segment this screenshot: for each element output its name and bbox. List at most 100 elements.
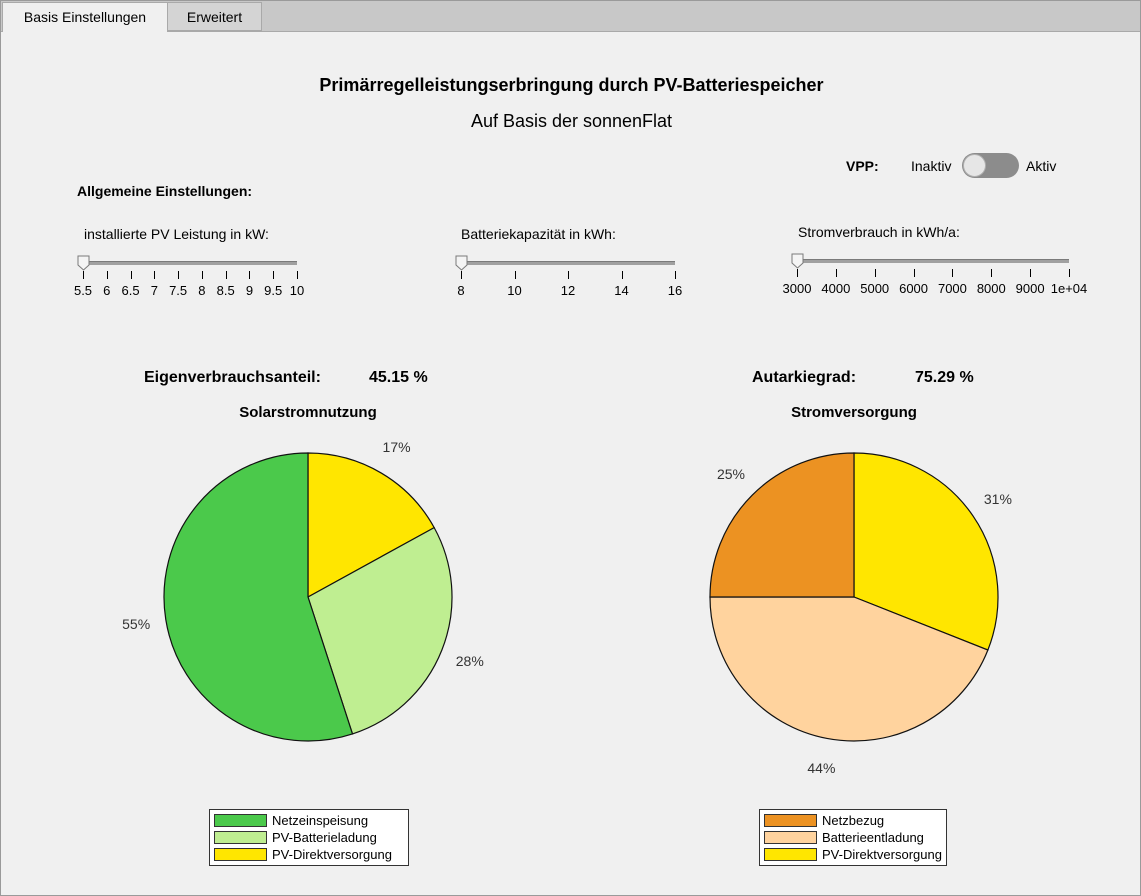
slider-tick (797, 269, 798, 277)
pv-power-label: installierte PV Leistung in kW: (84, 226, 269, 242)
vpp-label: VPP: (846, 158, 879, 174)
slider-tick (130, 271, 132, 279)
legend-item: PV-Direktversorgung (764, 846, 942, 863)
app-window: Basis Einstellungen Erweitert Primärrege… (0, 0, 1141, 896)
slider-thumb[interactable] (77, 255, 90, 271)
general-settings-label: Allgemeine Einstellungen: (77, 183, 253, 199)
slider-tick (178, 271, 180, 279)
pie-slice-label: 17% (383, 439, 411, 455)
legend-supply: Netzbezug Batterieentladung PV-Direktverso… (759, 809, 947, 866)
legend-label: Netzeinspeisung (272, 813, 369, 828)
battery-capacity-label: Batteriekapazität in kWh: (461, 226, 616, 242)
legend-label: PV-Direktversorgung (822, 847, 942, 862)
slider-tick (913, 269, 915, 277)
slider-tick (675, 271, 676, 279)
legend-item: PV-Direktversorgung (214, 846, 404, 863)
slider-tick-label: 9 (245, 283, 254, 298)
legend-label: PV-Batterieladung (272, 830, 377, 845)
slider-tick (1069, 269, 1070, 277)
slider-tick-label: 6 (103, 283, 111, 298)
slider-tick (874, 269, 876, 277)
slider-tick-label: 7000 (937, 281, 967, 296)
tab-basis-einstellungen[interactable]: Basis Einstellungen (2, 2, 168, 32)
self-consumption-value: 45.15 % (369, 369, 428, 386)
slider-tick-label: 12 (560, 283, 576, 298)
slider-tick (154, 271, 156, 279)
slider-track[interactable] (797, 259, 1069, 263)
legend-solar: Netzeinspeisung PV-Batterieladung PV-Direk… (209, 809, 409, 866)
slider-tick (1030, 269, 1032, 277)
pie-chart-supply: 31% 44% 25% (709, 452, 1012, 776)
slider-tick (514, 271, 516, 279)
page-subtitle: Auf Basis der sonnenFlat (470, 111, 673, 131)
slider-tick (249, 271, 251, 279)
chart-title-supply: Stromversorgung (791, 404, 917, 421)
slider-tick-label: 10 (289, 283, 305, 298)
slider-tick (273, 271, 275, 279)
slider-tick (952, 269, 954, 277)
slider-tick-label: 6000 (899, 281, 929, 296)
slider-tick (297, 271, 298, 279)
slider-tick (461, 271, 462, 279)
slider-tick (83, 271, 84, 279)
slider-tick-label: 7 (150, 283, 158, 298)
slider-track[interactable] (83, 261, 297, 265)
slider-tick (106, 271, 108, 279)
page-title: Primärregelleistungserbringung durch PV-… (319, 75, 824, 95)
legend-swatch (764, 831, 817, 844)
slider-tick (991, 269, 993, 277)
vpp-toggle-knob[interactable] (963, 154, 986, 177)
slider-tick (568, 271, 569, 279)
slider-thumb[interactable] (455, 255, 468, 271)
slider-tick (621, 271, 623, 279)
slider-tick-label: 8 (457, 283, 465, 298)
vpp-toggle-switch[interactable] (962, 153, 1019, 178)
slider-tick-label: 14 (614, 283, 629, 298)
autarky-value: 75.29 % (915, 369, 974, 386)
slider-tick-label: 8 (198, 283, 206, 298)
legend-swatch (764, 848, 817, 861)
slider-tick (835, 269, 837, 277)
slider-thumb[interactable] (791, 253, 804, 269)
slider-tick-label: 9000 (1015, 281, 1045, 296)
slider-tick-label: 16 (667, 283, 683, 298)
vpp-on-label: Aktiv (1026, 158, 1057, 174)
chart-title-solar: Solarstromnutzung (239, 404, 377, 421)
consumption-label: Stromverbrauch in kWh/a: (798, 224, 960, 240)
pie-slice-label: 28% (456, 653, 484, 669)
legend-item: Netzeinspeisung (214, 812, 404, 829)
pie-slice-label: 31% (984, 491, 1012, 507)
slider-tick-label: 5.5 (73, 283, 93, 298)
legend-label: Batterieentladung (822, 830, 924, 845)
slider-tick-label: 5000 (860, 281, 890, 296)
pv-power-slider[interactable]: 5.5 6 6.5 7 7.5 8 8.5 9 9.5 10 (74, 255, 304, 301)
legend-item: PV-Batterieladung (214, 829, 404, 846)
slider-track[interactable] (461, 261, 675, 265)
legend-swatch (764, 814, 817, 827)
slider-tick-label: 4000 (821, 281, 851, 296)
slider-tick-label: 6.5 (121, 283, 140, 298)
pie-slice-label: 25% (717, 466, 745, 482)
slider-tick (201, 271, 203, 279)
legend-item: Batterieentladung (764, 829, 942, 846)
slider-tick-label: 9.5 (264, 283, 283, 298)
autarky-label: Autarkiegrad: (752, 369, 857, 386)
slider-tick (225, 271, 227, 279)
tab-bar: Basis Einstellungen Erweitert (1, 1, 1140, 32)
legend-swatch (214, 814, 267, 827)
slider-tick-label: 8.5 (216, 283, 235, 298)
legend-swatch (214, 848, 267, 861)
legend-item: Netzbezug (764, 812, 942, 829)
pie-slice-label: 55% (122, 616, 150, 632)
slider-tick-label: 3000 (782, 281, 812, 296)
slider-tick-label: 7.5 (169, 283, 188, 298)
slider-tick-label: 10 (507, 283, 522, 298)
legend-label: PV-Direktversorgung (272, 847, 392, 862)
consumption-slider[interactable]: 3000 4000 5000 6000 7000 8000 9000 1e+04 (783, 253, 1087, 299)
pie-slice-label: 44% (807, 760, 835, 776)
slider-tick-label: 1e+04 (1050, 281, 1088, 296)
pie-chart-solar: 17% 28% 55% (122, 439, 484, 742)
battery-capacity-slider[interactable]: 8 10 12 14 16 (455, 255, 682, 301)
tab-erweitert[interactable]: Erweitert (168, 2, 262, 31)
vpp-off-label: Inaktiv (911, 158, 952, 174)
